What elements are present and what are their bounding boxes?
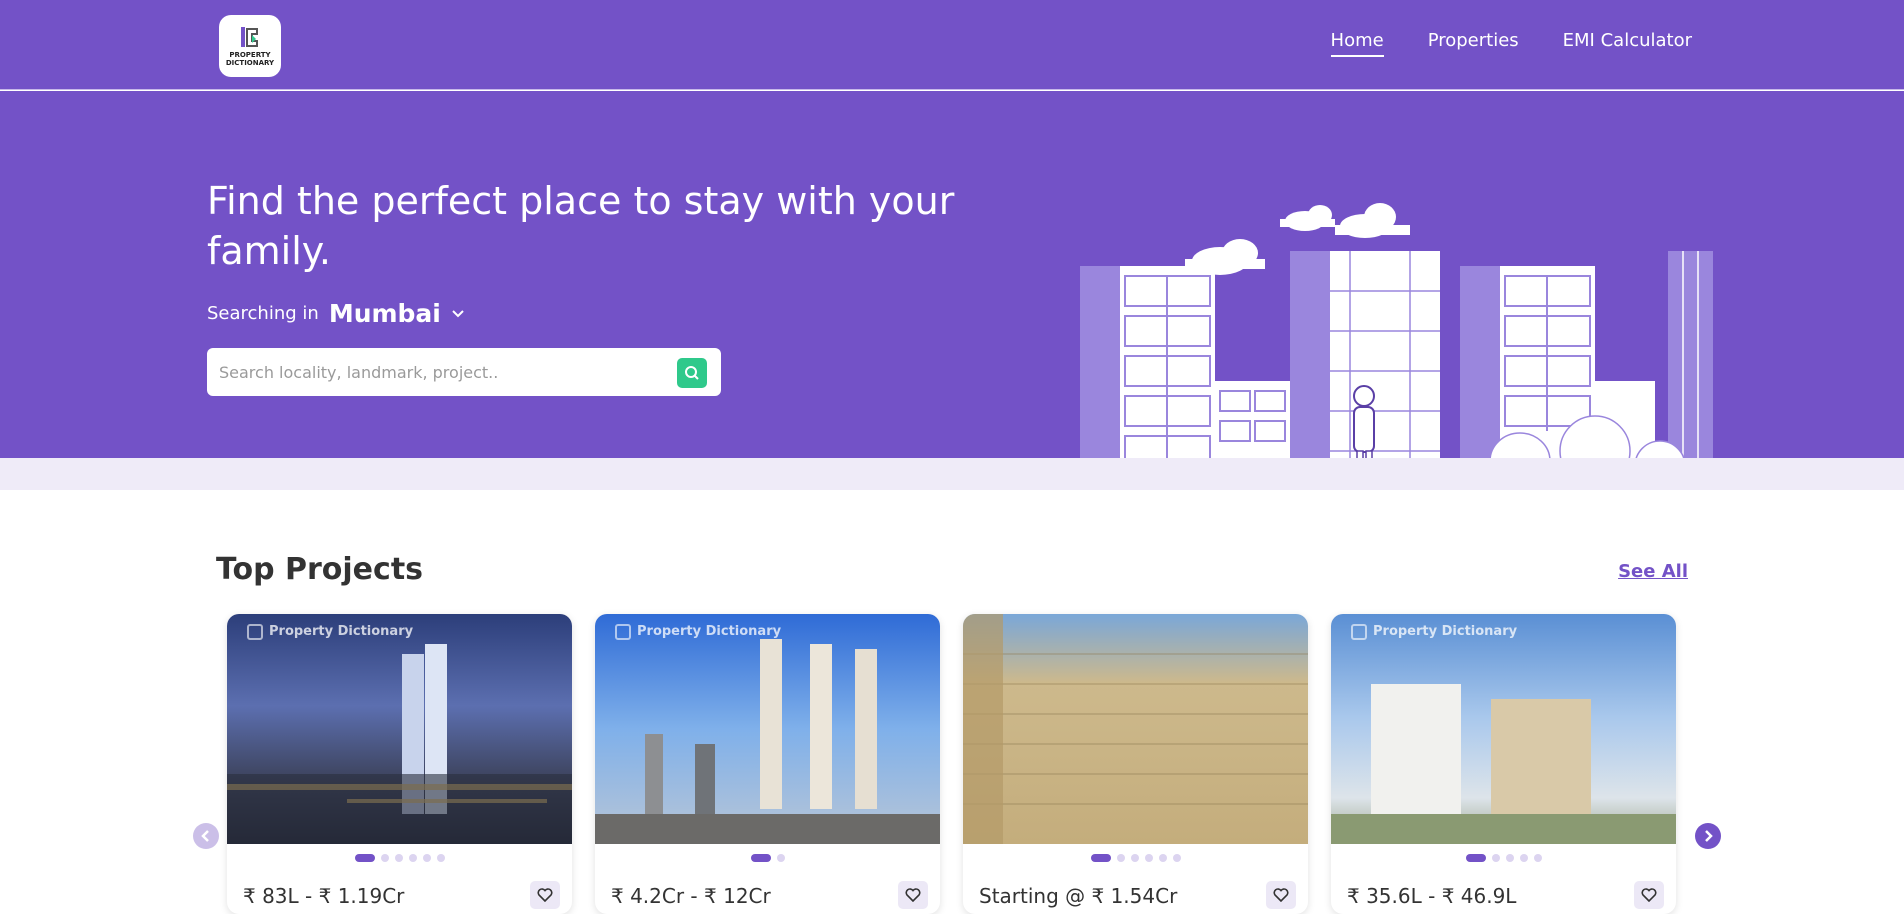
pagination-dot[interactable] [1144, 854, 1153, 862]
image-pagination [963, 854, 1308, 862]
city-selector[interactable]: Searching in Mumbai [207, 299, 465, 328]
pagination-dot[interactable] [1116, 854, 1125, 862]
pagination-dot[interactable] [1465, 854, 1486, 862]
heart-icon [1273, 888, 1289, 902]
chevron-down-icon[interactable] [451, 309, 465, 319]
see-all-link[interactable]: See All [1618, 561, 1688, 582]
city-illustration [1080, 203, 1720, 491]
watermark: Property Dictionary [1351, 622, 1517, 641]
project-card[interactable]: Property Dictionary ₹ 35.6L - ₹ 46.9L [1331, 614, 1676, 914]
image-pagination [595, 854, 940, 862]
project-image[interactable]: Property Dictionary [595, 614, 940, 844]
pagination-dot[interactable] [1090, 854, 1111, 862]
favorite-button[interactable] [1266, 881, 1296, 909]
project-card[interactable]: Property Dictionary ₹ 83L - ₹ 1.19Cr [227, 614, 572, 914]
project-photo [963, 614, 1308, 844]
watermark: Property Dictionary [615, 622, 781, 641]
pagination-dot[interactable] [776, 854, 785, 862]
pagination-dot[interactable] [1158, 854, 1167, 862]
pagination-dot[interactable] [1505, 854, 1514, 862]
logo-text: PROPERTY DICTIONARY [225, 51, 275, 67]
pagination-dot[interactable] [436, 854, 445, 862]
nav-home[interactable]: Home [1330, 30, 1384, 57]
pagination-dot[interactable] [394, 854, 403, 862]
main-nav: Home Properties EMI Calculator [1330, 30, 1692, 57]
pagination-dot[interactable] [1519, 854, 1528, 862]
project-image[interactable]: Property Dictionary [227, 614, 572, 844]
heart-icon [537, 888, 553, 902]
project-photo [227, 644, 572, 844]
selected-city[interactable]: Mumbai [329, 299, 441, 328]
nav-properties[interactable]: Properties [1428, 30, 1519, 57]
search-button[interactable] [677, 358, 707, 388]
favorite-button[interactable] [530, 881, 560, 909]
pagination-dot[interactable] [422, 854, 431, 862]
pagination-dot[interactable] [750, 854, 771, 862]
search-input[interactable] [219, 362, 659, 382]
project-price: Starting @ ₹ 1.54Cr [979, 884, 1178, 908]
watermark: Property Dictionary [247, 622, 413, 641]
carousel-prev-button[interactable] [193, 823, 219, 849]
favorite-button[interactable] [898, 881, 928, 909]
project-card[interactable]: Property Dictionary ₹ 4.2Cr - ₹ 12Cr [595, 614, 940, 914]
hero-bottom-band [0, 458, 1904, 490]
pagination-dot[interactable] [408, 854, 417, 862]
pagination-dot[interactable] [1130, 854, 1139, 862]
section-title-top-projects: Top Projects [216, 552, 424, 587]
project-photo [595, 639, 940, 844]
image-pagination [1331, 854, 1676, 862]
project-price: ₹ 83L - ₹ 1.19Cr [243, 884, 405, 908]
logo-icon [241, 27, 258, 47]
pagination-dot[interactable] [380, 854, 389, 862]
project-price: ₹ 35.6L - ₹ 46.9L [1347, 884, 1517, 908]
property-dictionary-logo[interactable]: PROPERTY DICTIONARY [219, 15, 281, 77]
pagination-dot[interactable] [354, 854, 375, 862]
search-icon [685, 366, 699, 380]
pagination-dot[interactable] [1491, 854, 1500, 862]
heart-icon [905, 888, 921, 902]
pagination-dot[interactable] [1533, 854, 1542, 862]
nav-emi-calculator[interactable]: EMI Calculator [1563, 30, 1692, 57]
project-image[interactable] [963, 614, 1308, 844]
search-bar [207, 348, 721, 396]
favorite-button[interactable] [1634, 881, 1664, 909]
pagination-dot[interactable] [1172, 854, 1181, 862]
image-pagination [227, 854, 572, 862]
hero-headline: Find the perfect place to stay with your… [207, 179, 955, 273]
project-price: ₹ 4.2Cr - ₹ 12Cr [611, 884, 771, 908]
project-image[interactable]: Property Dictionary [1331, 614, 1676, 844]
chevron-right-icon [1705, 830, 1713, 842]
carousel-next-button[interactable] [1695, 823, 1721, 849]
chevron-left-icon [201, 830, 209, 842]
project-card[interactable]: Starting @ ₹ 1.54Cr [963, 614, 1308, 914]
heart-icon [1641, 888, 1657, 902]
searching-in-label: Searching in [207, 303, 319, 324]
top-navbar: PROPERTY DICTIONARY Home Properties EMI C… [0, 0, 1904, 90]
project-photo [1331, 684, 1676, 844]
hero-section: Find the perfect place to stay with your… [0, 91, 1904, 491]
